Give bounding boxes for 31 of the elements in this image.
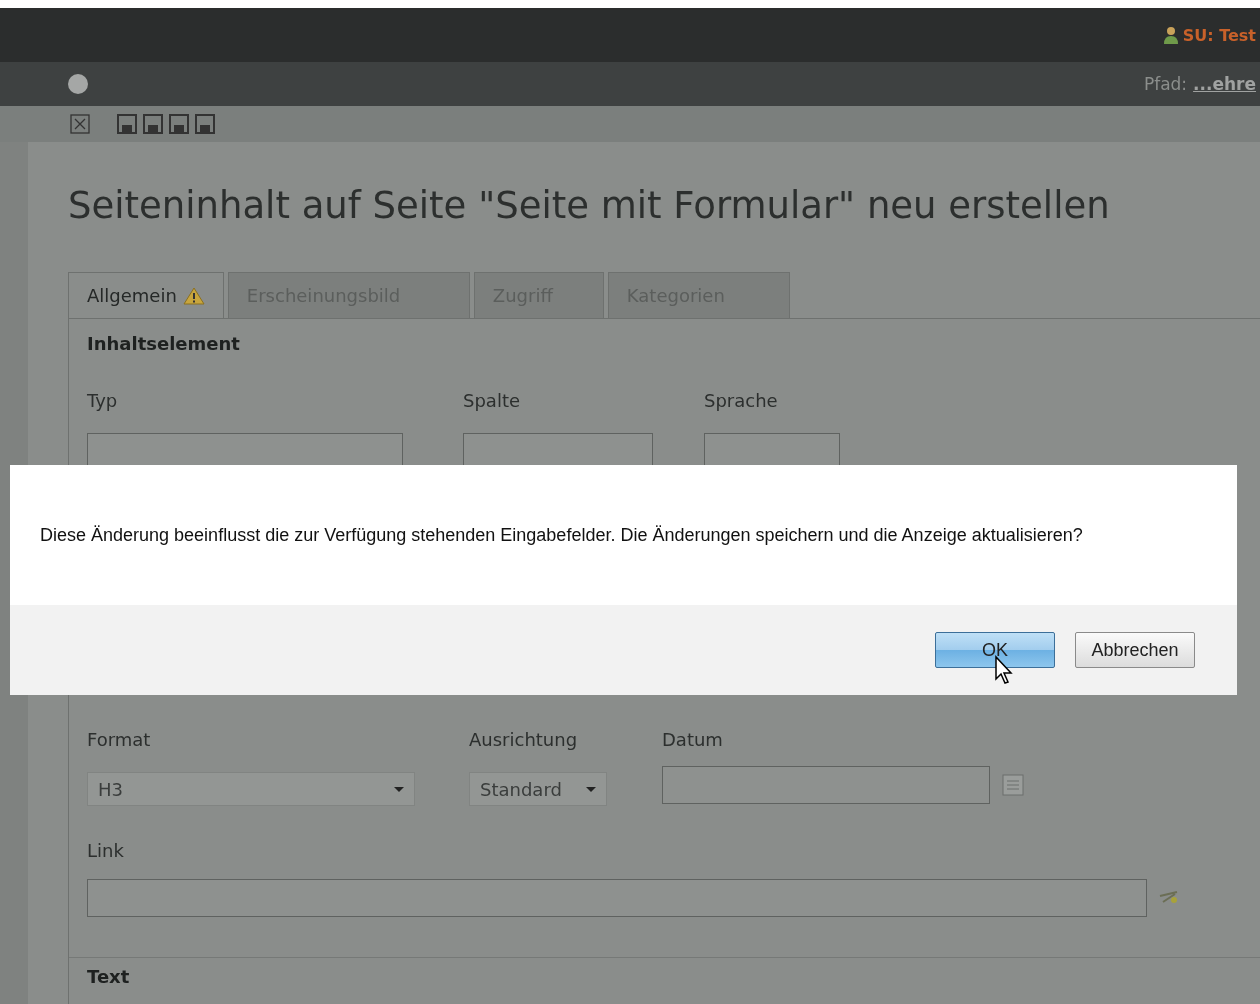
date-field[interactable] [662, 766, 990, 804]
dialog-message: Diese Änderung beeinflusst die zur Verfügung stehenden Eingabefelder. Die Änderungen speichern und die Anzeige aktualisieren? [40, 524, 1083, 546]
save-icon[interactable] [142, 113, 164, 135]
field-label: Sprache [704, 390, 779, 411]
link-field[interactable] [87, 879, 1147, 917]
user-name: SU: Test [1182, 25, 1256, 45]
dialog-button[interactable]: OK [935, 632, 1055, 668]
save-icon[interactable] [116, 113, 138, 135]
user-label[interactable]: SU: Test [1162, 25, 1260, 45]
user-icon [1162, 26, 1179, 44]
field-label: Ausrichtung [469, 729, 579, 750]
field-label: Link [87, 840, 125, 861]
field-label: Typ [87, 390, 119, 411]
field-label: Format [87, 729, 152, 750]
field-label: Spalte [463, 390, 521, 411]
save-icon[interactable] [168, 113, 190, 135]
section-heading: Inhaltselement [87, 333, 241, 354]
page-title: Seiteninhalt auf Seite "Seite mit Formular" neu erstellen [68, 184, 1111, 229]
tab[interactable]: Allgemein [68, 272, 224, 318]
dialog-button[interactable]: Abbrechen [1075, 632, 1195, 668]
circle-icon[interactable] [68, 74, 88, 94]
path-link[interactable]: ...ehre [1193, 74, 1256, 94]
select-field[interactable]: H3 [87, 772, 415, 806]
caret-icon [394, 786, 404, 792]
close-icon[interactable] [70, 114, 90, 134]
caret-icon [586, 786, 596, 792]
path-label: Pfad: [1143, 74, 1188, 94]
select-field[interactable]: Standard [469, 772, 607, 806]
save-icon[interactable] [194, 113, 216, 135]
section-heading: Text [87, 966, 131, 987]
field-label: Datum [662, 729, 724, 750]
